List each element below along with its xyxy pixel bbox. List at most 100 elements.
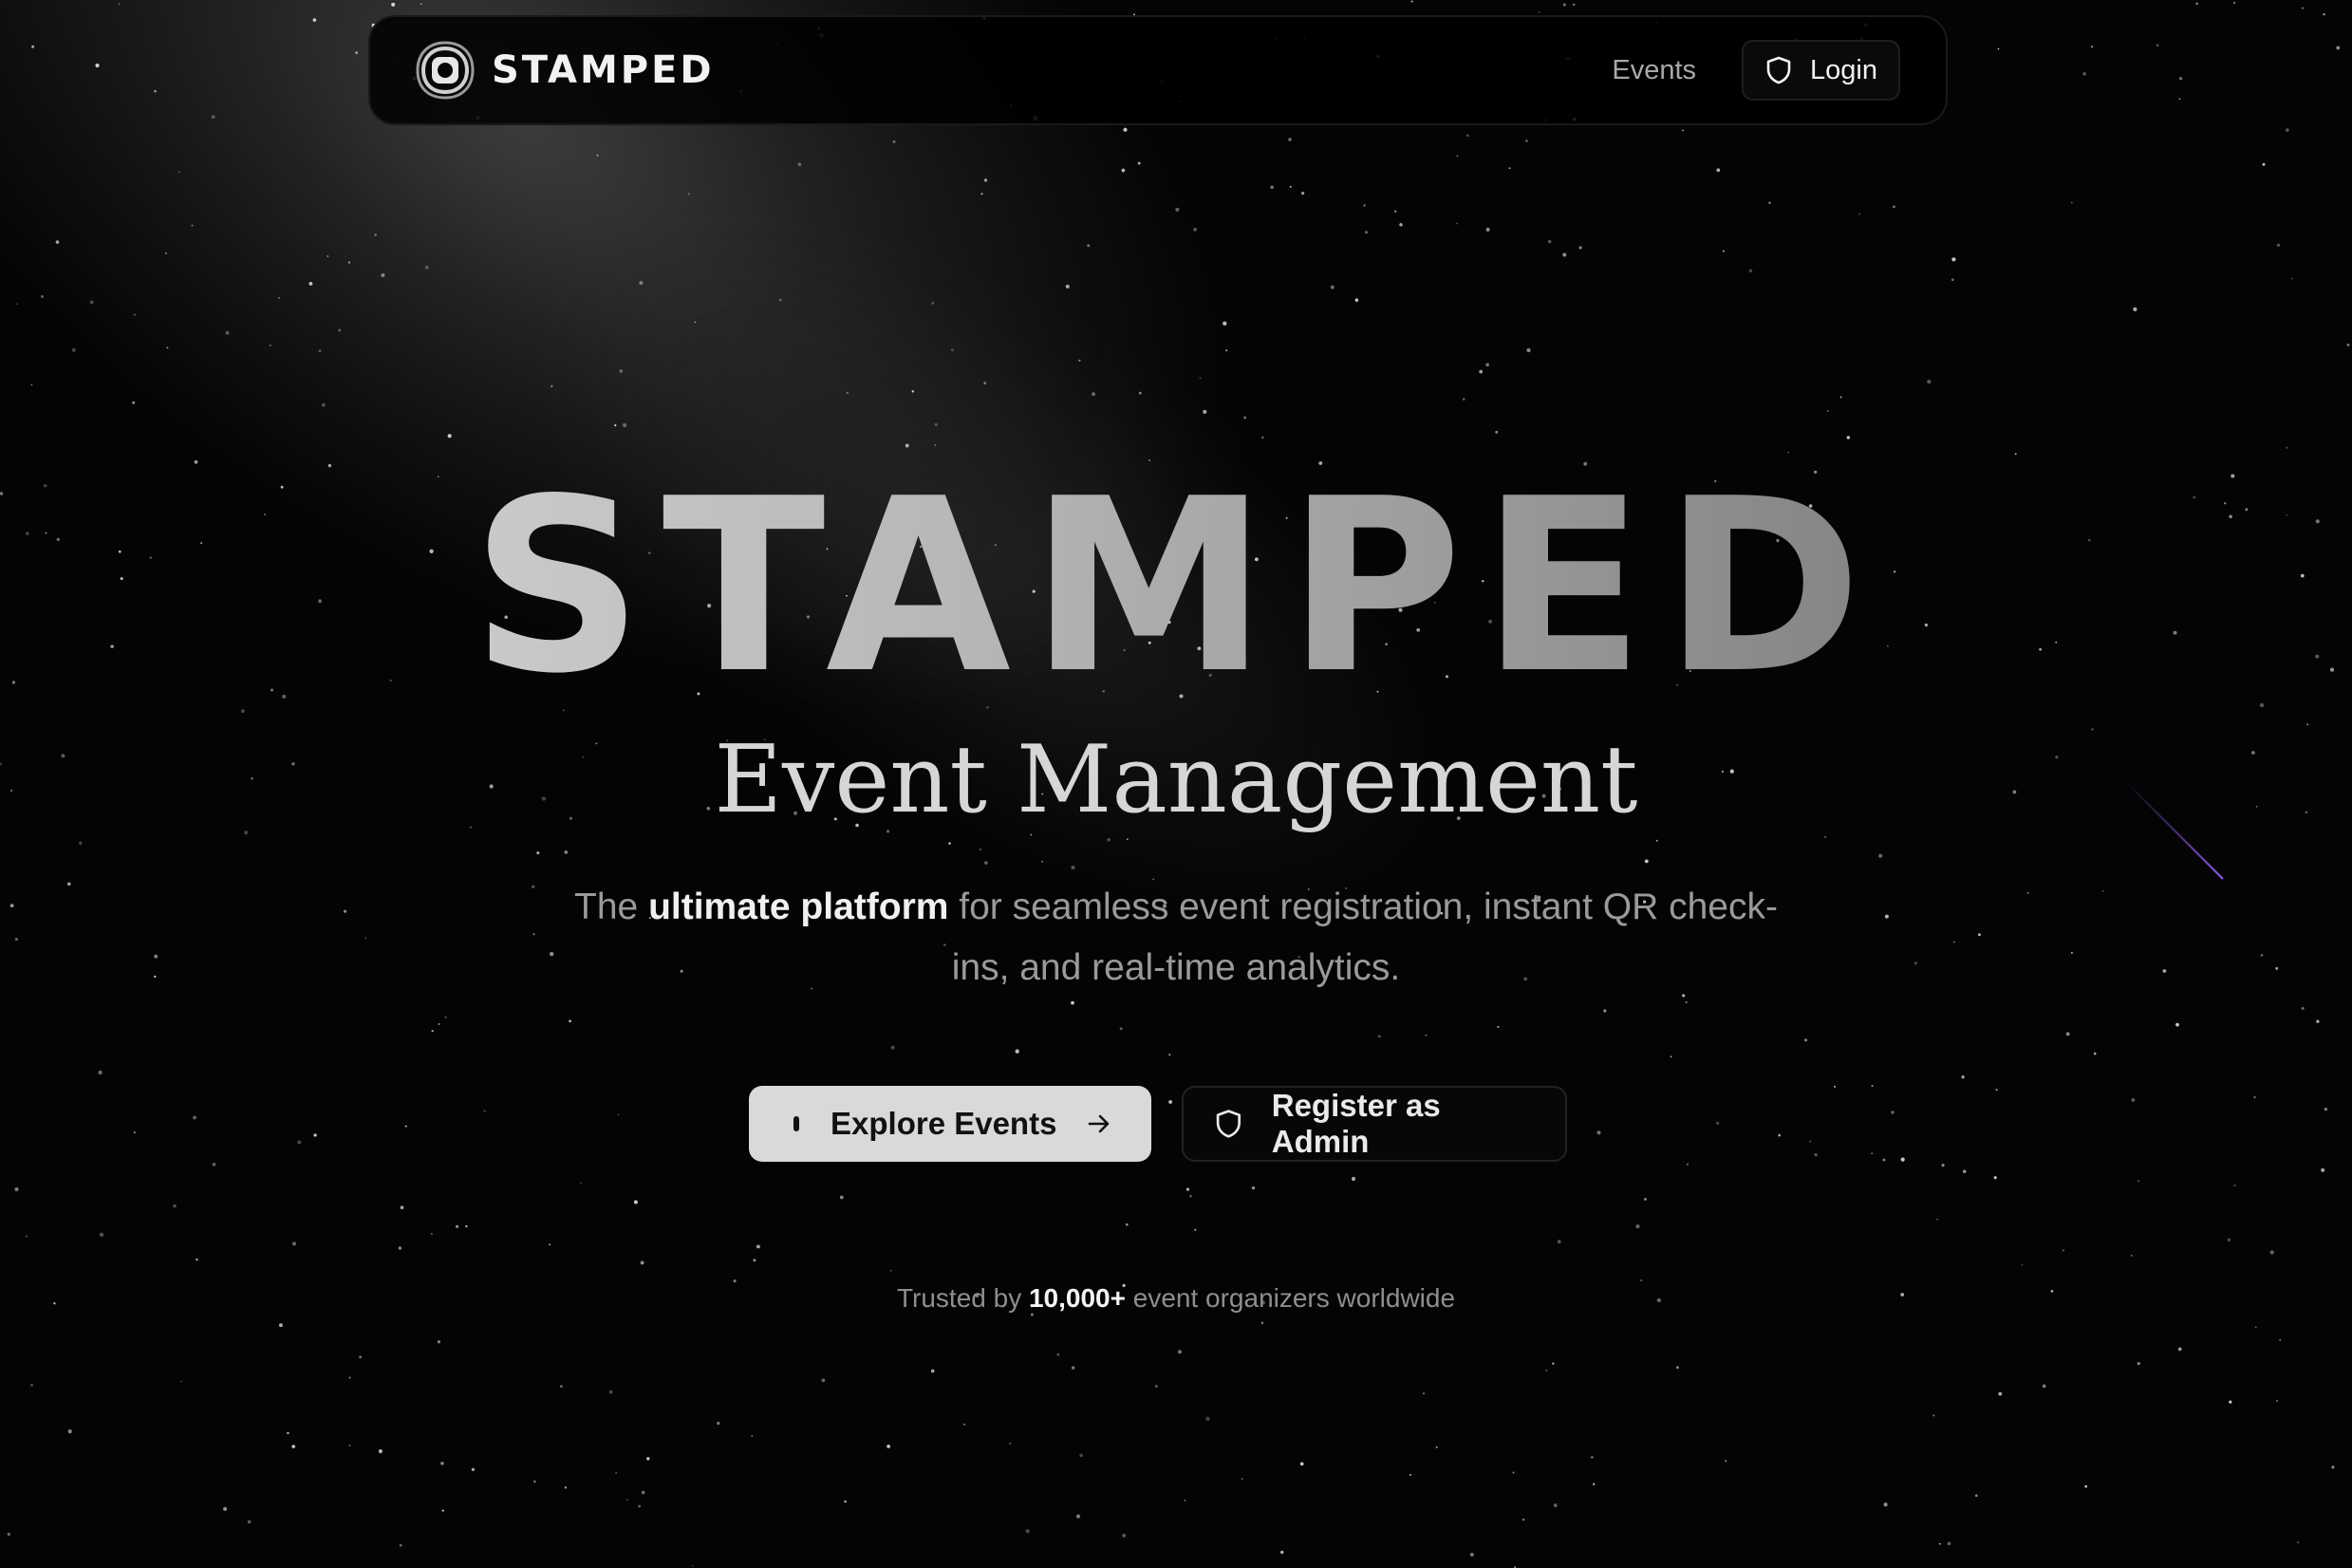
- star: [41, 295, 44, 298]
- star: [1538, 10, 1540, 13]
- star: [2331, 1465, 2335, 1469]
- star: [934, 444, 937, 446]
- star: [622, 422, 627, 428]
- star: [1041, 860, 1043, 863]
- star: [1079, 1453, 1083, 1458]
- star: [536, 851, 540, 855]
- star: [1716, 1121, 1720, 1125]
- star: [1351, 1176, 1356, 1182]
- star: [1882, 1158, 1886, 1162]
- star: [934, 422, 938, 427]
- star: [398, 1246, 401, 1250]
- brand[interactable]: STAMPED: [414, 39, 715, 102]
- hero-subtitle: Event Management: [714, 726, 1638, 834]
- star: [1553, 1503, 1558, 1507]
- star: [1203, 409, 1207, 414]
- star: [1995, 1088, 1998, 1092]
- star: [1030, 1313, 1034, 1316]
- star: [7, 1532, 10, 1537]
- star: [1526, 347, 1531, 353]
- star: [1932, 1414, 1935, 1417]
- star: [1410, 0, 1413, 3]
- star: [1185, 1187, 1190, 1191]
- star: [71, 347, 76, 352]
- star: [2302, 7, 2304, 9]
- star: [1961, 1075, 1965, 1079]
- star: [420, 3, 422, 6]
- star: [2175, 1022, 2179, 1027]
- star: [890, 1045, 895, 1050]
- star: [1833, 1085, 1837, 1088]
- star: [1178, 1350, 1182, 1354]
- star: [2082, 72, 2086, 76]
- star: [431, 1233, 433, 1235]
- star: [1883, 1503, 1888, 1507]
- star: [619, 369, 624, 373]
- star: [291, 1241, 297, 1246]
- star: [1435, 1446, 1438, 1448]
- star: [532, 885, 535, 888]
- star: [2131, 1098, 2136, 1102]
- dot-icon: [793, 1116, 799, 1131]
- star: [1521, 1518, 1525, 1521]
- star: [327, 255, 329, 257]
- star: [1891, 1111, 1895, 1114]
- star: [2156, 44, 2159, 47]
- star: [1425, 1034, 1428, 1036]
- star: [1748, 269, 1753, 273]
- star: [431, 1030, 434, 1033]
- star: [173, 1204, 177, 1208]
- nav-link-events[interactable]: Events: [1612, 55, 1696, 86]
- star: [194, 459, 198, 464]
- star: [1071, 1366, 1075, 1370]
- star: [550, 384, 553, 388]
- star: [1092, 392, 1095, 397]
- star: [797, 162, 802, 166]
- star: [2070, 951, 2073, 954]
- star: [549, 1243, 551, 1246]
- explore-events-button[interactable]: Explore Events: [749, 1086, 1151, 1162]
- star: [196, 1258, 198, 1261]
- star: [2195, 2, 2198, 6]
- star: [779, 299, 782, 301]
- star: [424, 265, 429, 270]
- star: [2065, 1032, 2070, 1036]
- star: [378, 1448, 383, 1454]
- hero-desc-highlight: ultimate platform: [648, 887, 949, 927]
- star: [55, 240, 60, 244]
- star: [579, 1182, 582, 1185]
- star: [892, 140, 896, 143]
- star: [596, 154, 599, 157]
- star: [308, 282, 313, 286]
- star: [312, 18, 317, 22]
- star: [438, 1022, 440, 1026]
- star: [437, 1340, 440, 1344]
- star: [211, 115, 215, 120]
- star: [1884, 914, 1889, 919]
- star: [638, 1504, 642, 1508]
- star: [1194, 1228, 1197, 1231]
- star: [15, 303, 18, 306]
- explore-events-label: Explore Events: [831, 1106, 1057, 1141]
- star: [1193, 227, 1197, 232]
- star: [1562, 252, 1567, 257]
- star: [608, 1390, 613, 1394]
- star: [1122, 1533, 1127, 1538]
- star: [1126, 838, 1129, 841]
- star: [1479, 369, 1484, 374]
- star: [154, 89, 157, 93]
- star: [1591, 1456, 1594, 1459]
- star: [1826, 410, 1829, 412]
- star: [1168, 1054, 1171, 1056]
- star: [980, 193, 983, 196]
- star: [447, 434, 452, 439]
- star: [465, 1224, 468, 1228]
- star: [2084, 1484, 2088, 1488]
- login-button[interactable]: Login: [1742, 40, 1900, 101]
- star: [1009, 1442, 1012, 1445]
- star: [2269, 1250, 2274, 1255]
- star: [1947, 1541, 1951, 1546]
- star: [1241, 1478, 1243, 1480]
- star: [2259, 702, 2265, 708]
- register-admin-button[interactable]: Register as Admin: [1182, 1086, 1567, 1162]
